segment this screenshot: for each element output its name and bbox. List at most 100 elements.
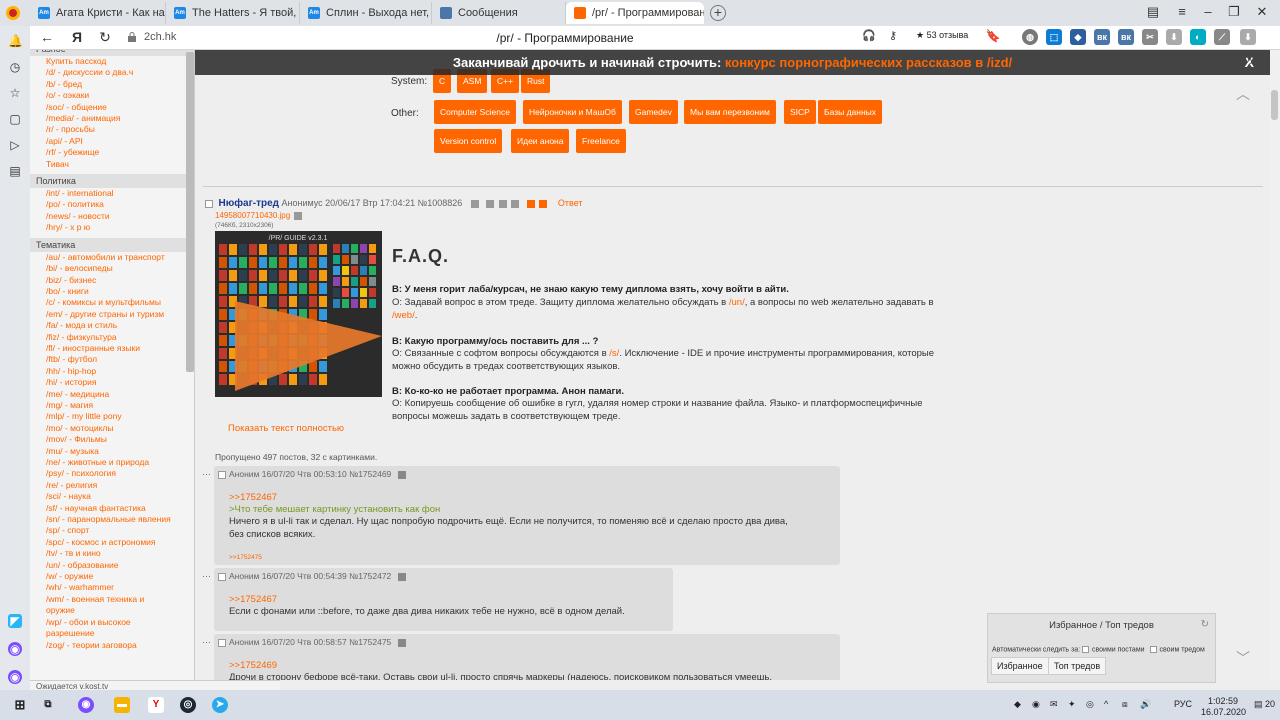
menu-board-link[interactable]: /r/ - просьбы bbox=[30, 124, 194, 135]
notifications-icon[interactable]: ▤ 20 bbox=[1254, 699, 1275, 710]
category-button[interactable]: Version control bbox=[434, 129, 503, 153]
post-checkbox[interactable] bbox=[218, 638, 226, 647]
refresh-icon[interactable]: ↻ bbox=[1201, 619, 1209, 630]
menu-board-link[interactable]: /w/ - оружие bbox=[30, 571, 194, 582]
show-full-text-link[interactable]: Показать текст полностью bbox=[228, 423, 344, 434]
own-posts-checkbox[interactable] bbox=[1082, 646, 1089, 653]
menu-icon[interactable]: ≡ bbox=[1172, 4, 1192, 19]
key-icon[interactable]: ⚷ bbox=[884, 29, 902, 42]
category-button[interactable]: Идеи анона bbox=[511, 129, 570, 153]
menu-board-link[interactable]: /hi/ - история bbox=[30, 377, 194, 388]
reviews-badge[interactable]: ★ 53 отзыва bbox=[916, 30, 968, 41]
category-button[interactable]: Gamedev bbox=[629, 100, 678, 124]
post-checkbox[interactable] bbox=[218, 470, 226, 479]
menu-board-link[interactable]: /int/ - international bbox=[30, 188, 194, 199]
extension-icon[interactable]: ⬚ bbox=[1046, 29, 1062, 45]
tray-icon[interactable]: ✦ bbox=[1068, 699, 1076, 710]
menu-board-link[interactable]: /hh/ - hip-hop bbox=[30, 366, 194, 377]
tray-icon[interactable]: ◆ bbox=[1014, 699, 1021, 710]
menu-board-link[interactable]: /soc/ - общение bbox=[30, 102, 194, 113]
task-view-icon[interactable]: ⧉ bbox=[40, 697, 56, 713]
reply-reference-link[interactable]: >>1752467 bbox=[229, 492, 277, 505]
search-image-icon[interactable] bbox=[294, 211, 303, 220]
menu-board-link[interactable]: /zog/ - теории заговора bbox=[30, 640, 194, 651]
menu-board-link[interactable]: /bo/ - книги bbox=[30, 286, 194, 297]
menu-board-link[interactable]: /fiz/ - физкультура bbox=[30, 332, 194, 343]
announcement-link[interactable]: конкурс порнографических рассказов в /iz… bbox=[725, 55, 1012, 70]
tray-icon[interactable]: ◎ bbox=[1086, 699, 1094, 710]
extension-icon[interactable]: ◐ bbox=[1190, 29, 1206, 45]
menu-board-link[interactable]: /o/ - оэкаки bbox=[30, 90, 194, 101]
menu-board-link[interactable]: /fl/ - иностранные языки bbox=[30, 343, 194, 354]
menu-board-link[interactable]: /mov/ - Фильмы bbox=[30, 434, 194, 445]
menu-board-link[interactable]: /hry/ - х р ю bbox=[30, 222, 194, 233]
favorite-icon[interactable] bbox=[526, 199, 535, 208]
favorites-button[interactable]: Избранное bbox=[991, 657, 1049, 675]
menu-board-link[interactable]: /em/ - другие страны и туризм bbox=[30, 309, 194, 320]
scroll-up-button[interactable]: ︿ bbox=[1236, 84, 1250, 102]
tab-splin[interactable]: Am Сплин - Выхода нет, аккор bbox=[300, 2, 432, 24]
post-checkbox[interactable] bbox=[205, 199, 213, 208]
maximize-button[interactable]: ❐ bbox=[1224, 4, 1244, 20]
browser-logo-icon[interactable] bbox=[6, 6, 20, 20]
own-thread-checkbox[interactable] bbox=[1149, 646, 1157, 653]
pin-icon[interactable]: ⟋ bbox=[1214, 29, 1230, 45]
menu-board-link[interactable]: /c/ - комиксы и мультфильмы bbox=[30, 297, 194, 308]
download-icon[interactable]: ⬇ bbox=[1166, 29, 1182, 45]
menu-board-link[interactable]: /api/ - API bbox=[30, 136, 194, 147]
extension-icon[interactable]: ◆ bbox=[1070, 29, 1086, 45]
menu-board-link[interactable]: /media/ - анимация bbox=[30, 113, 194, 124]
minimize-button[interactable]: – bbox=[1198, 4, 1218, 19]
new-tab-button[interactable]: + bbox=[710, 5, 726, 21]
menu-board-link[interactable]: /wm/ - военная техника и bbox=[30, 594, 194, 605]
menu-board-link[interactable]: разрешение bbox=[30, 628, 194, 639]
reply-link[interactable]: Ответ bbox=[558, 198, 583, 208]
bell-icon[interactable]: 🔔 bbox=[8, 34, 23, 48]
board-link-s[interactable]: /s/ bbox=[609, 348, 619, 359]
alice-icon[interactable]: ◉ bbox=[8, 670, 22, 684]
menu-board-link[interactable]: оружие bbox=[30, 605, 194, 616]
close-window-button[interactable]: ✕ bbox=[1252, 4, 1272, 20]
category-button[interactable]: Базы данных bbox=[818, 100, 883, 124]
menu-group-header[interactable]: Политика bbox=[30, 174, 194, 189]
vk-icon[interactable]: вк bbox=[1094, 29, 1110, 45]
minus-icon[interactable] bbox=[539, 199, 548, 208]
menu-board-link[interactable]: /mo/ - мотоциклы bbox=[30, 423, 194, 434]
resize-icon[interactable] bbox=[486, 199, 495, 208]
menu-board-link[interactable]: /spc/ - космос и астрономия bbox=[30, 537, 194, 548]
history-icon[interactable]: ◷ bbox=[8, 60, 22, 74]
menu-board-link[interactable]: /ftb/ - футбол bbox=[30, 354, 194, 365]
hide-icon[interactable] bbox=[498, 199, 507, 208]
reply-reference-link[interactable]: >>1752467 bbox=[229, 594, 277, 607]
menu-board-link[interactable]: /mg/ - магия bbox=[30, 400, 194, 411]
star-icon[interactable]: ☆ bbox=[8, 86, 22, 100]
menu-board-link[interactable]: /bi/ - велосипеды bbox=[30, 263, 194, 274]
board-link-un[interactable]: /un/ bbox=[729, 297, 745, 308]
menu-board-link[interactable]: /d/ - дискуссии о два.ч bbox=[30, 67, 194, 78]
bookmark-icon[interactable]: 🔖 bbox=[984, 29, 1002, 43]
menu-board-link[interactable]: /sf/ - научная фантастика bbox=[30, 503, 194, 514]
report-icon[interactable] bbox=[511, 199, 520, 208]
menu-board-link[interactable]: Тивач bbox=[30, 159, 194, 170]
menu-board-link[interactable]: /wp/ - обои и высокое bbox=[30, 617, 194, 628]
clock-time[interactable]: 1:02:59 bbox=[1208, 696, 1238, 706]
board-link-web[interactable]: /web/ bbox=[392, 310, 415, 321]
category-button[interactable]: Нейроночки и МашОб bbox=[523, 100, 622, 124]
page-scrollbar-thumb[interactable] bbox=[1271, 90, 1278, 120]
menu-board-link[interactable]: /wh/ - warhammer bbox=[30, 582, 194, 593]
reply-reference-link[interactable]: >>1752469 bbox=[229, 660, 277, 673]
tab-hatters[interactable]: Am The Hatters - Я твой, аккор bbox=[166, 2, 300, 24]
favorites-title[interactable]: Избранное / Топ тредов bbox=[988, 620, 1215, 631]
menu-board-link[interactable]: /mu/ - музыка bbox=[30, 446, 194, 457]
tab-agata[interactable]: Am Агата Кристи - Как на вой bbox=[30, 2, 166, 24]
volume-icon[interactable]: 🔊 bbox=[1140, 699, 1151, 710]
menu-board-link[interactable]: /mlp/ - my little pony bbox=[30, 411, 194, 422]
menu-scrollbar[interactable] bbox=[186, 52, 194, 372]
menu-board-link[interactable]: /sp/ - спорт bbox=[30, 525, 194, 536]
category-button[interactable]: Мы вам перезвоним bbox=[684, 100, 776, 124]
op-thumbnail[interactable]: /PR/ GUIDE v2.3.1 bbox=[215, 231, 382, 397]
globe-icon[interactable]: ◍ bbox=[1022, 29, 1038, 45]
plus-icon[interactable] bbox=[470, 199, 479, 208]
notes-icon[interactable]: ▤ bbox=[8, 164, 22, 178]
yandex-browser-icon[interactable]: Y bbox=[148, 697, 164, 713]
